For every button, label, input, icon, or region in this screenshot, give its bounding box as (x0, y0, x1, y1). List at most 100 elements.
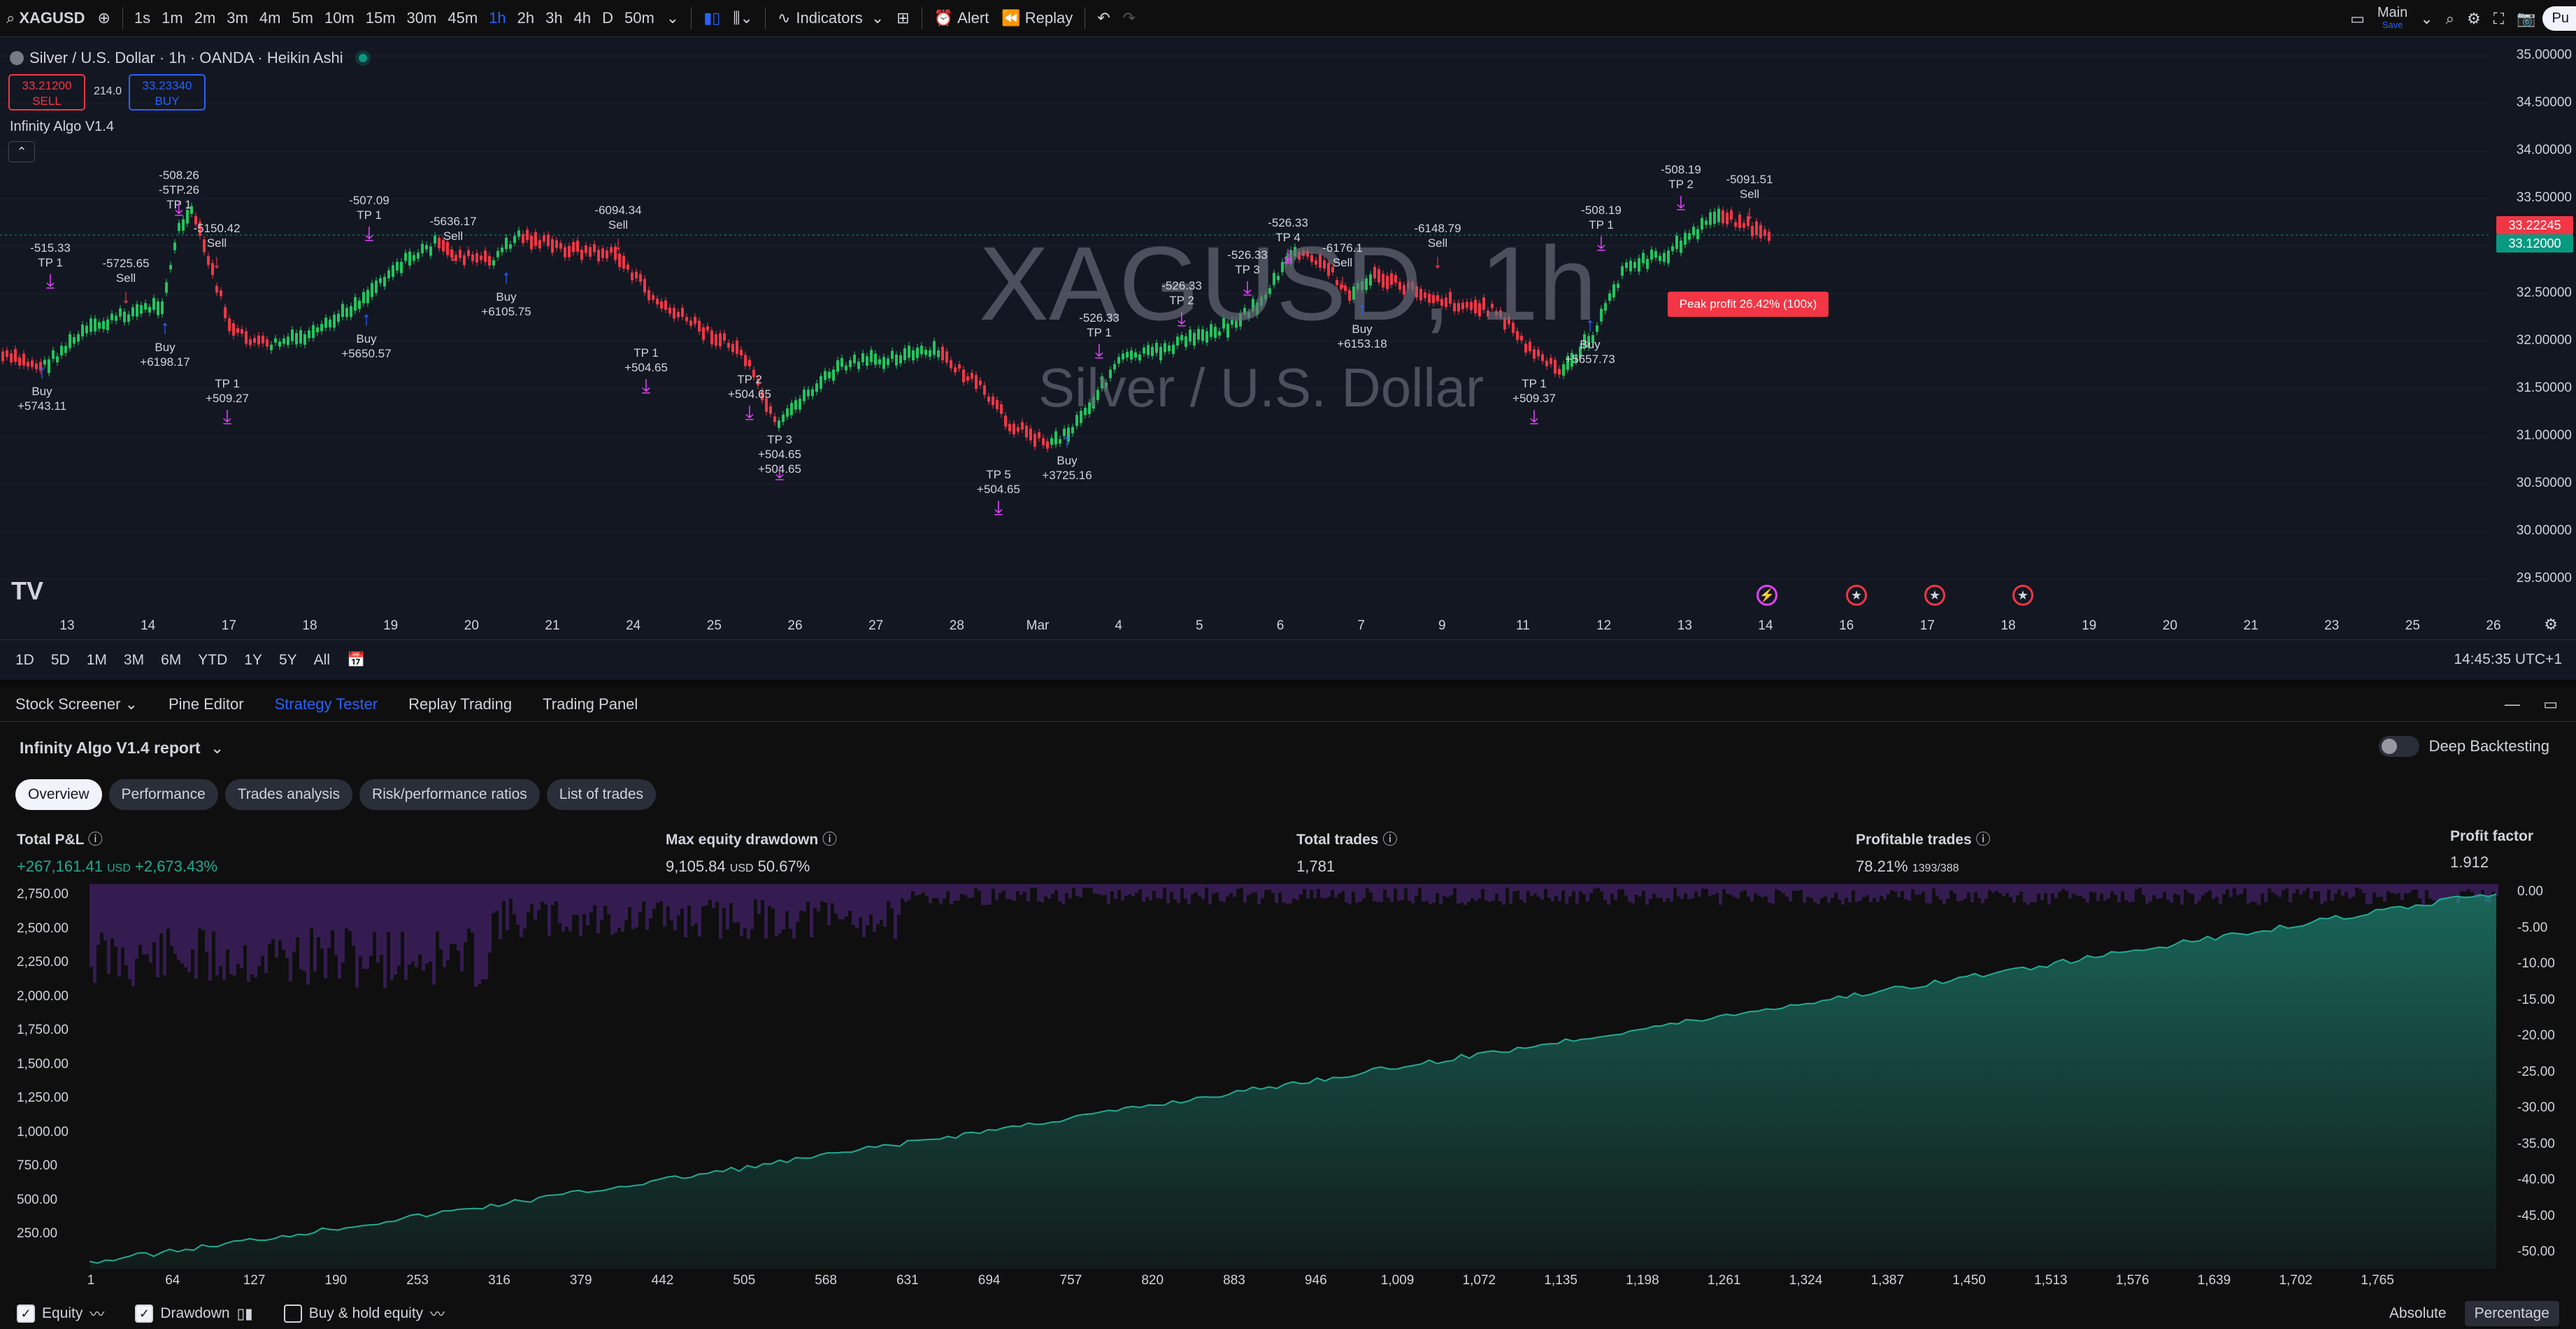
subtab-performance[interactable]: Performance (108, 779, 218, 810)
drawdown-bar (310, 884, 313, 929)
interval-1s[interactable]: 1s (129, 0, 156, 37)
indicator-legend[interactable]: Infinity Algo V1.4 (10, 119, 114, 135)
redo-button[interactable]: ↷ (1117, 0, 1142, 37)
drawdown-checkbox[interactable]: ✓ Drawdown ▯▮ (135, 1305, 253, 1323)
subtab-overview[interactable]: Overview (15, 779, 102, 810)
range-5Y[interactable]: 5Y (271, 652, 306, 669)
range-All[interactable]: All (306, 652, 338, 669)
drawdown-bar (1778, 884, 1782, 891)
undo-button[interactable]: ↶ (1091, 0, 1116, 37)
compare-button[interactable]: ⊕ (91, 0, 116, 37)
chart-pane[interactable]: XAGUSD, 1h Silver / U.S. Dollar Silver /… (0, 38, 2576, 639)
interval-4h[interactable]: 4h (568, 0, 596, 37)
range-1D[interactable]: 1D (7, 652, 43, 669)
price-axis[interactable]: 35.0000034.5000034.0000033.5000033.00000… (2489, 38, 2576, 639)
interval-3m[interactable]: 3m (221, 0, 254, 37)
layout-select-button[interactable]: ▭ (2344, 0, 2371, 37)
drawdown-bar (1250, 884, 1254, 893)
tab-trading-panel[interactable]: Trading Panel (527, 695, 653, 713)
interval-D[interactable]: D (596, 0, 619, 37)
range-1Y[interactable]: 1Y (236, 652, 271, 669)
interval-3h[interactable]: 3h (540, 0, 568, 37)
drawdown-bar (2058, 884, 2061, 893)
range-1M[interactable]: 1M (78, 652, 115, 669)
buy-hold-checkbox[interactable]: Buy & hold equity 〰 (283, 1303, 445, 1324)
alert-button[interactable]: ⏰ Alert (928, 0, 996, 37)
subtab-risk-performance-ratios[interactable]: Risk/performance ratios (359, 779, 540, 810)
drawdown-bar (481, 884, 485, 979)
chart-type-button[interactable]: ⫼ ⌄ (727, 0, 759, 37)
layout-name-button[interactable]: Main Save (2371, 0, 2414, 37)
clock-time[interactable]: 14:45:35 UTC+1 (2454, 651, 2562, 668)
axis-settings-button[interactable]: ⚙ (2544, 616, 2558, 634)
info-icon[interactable]: ⓘ (822, 832, 837, 848)
sell-button[interactable]: 33.21200 SELL (8, 74, 85, 111)
tab-replay-trading[interactable]: Replay Trading (393, 695, 527, 713)
equity-chart[interactable] (0, 884, 2576, 1283)
us-flag-event-icon[interactable]: ★ (1924, 585, 1945, 606)
deep-backtesting-toggle[interactable]: Deep Backtesting (2378, 736, 2549, 757)
lightning-event-icon[interactable]: ⚡ (1756, 585, 1777, 606)
toggle-switch[interactable] (2378, 736, 2419, 757)
publish-button[interactable]: Pu (2542, 0, 2576, 37)
drawdown-bar (596, 884, 600, 934)
equity-y-label: 2,250.00 (17, 955, 69, 969)
subtab-trades-analysis[interactable]: Trades analysis (224, 779, 353, 810)
us-flag-event-icon[interactable]: ★ (2012, 585, 2033, 606)
interval-5m[interactable]: 5m (286, 0, 319, 37)
drawdown-bar (719, 884, 722, 939)
metric-profit-factor: Profit factor 1.912 (2450, 828, 2533, 872)
absolute-button[interactable]: Absolute (2380, 1301, 2456, 1326)
drawdown-bar (642, 884, 645, 902)
fullscreen-button[interactable]: ⛶ (2487, 0, 2510, 37)
interval-2h[interactable]: 2h (512, 0, 540, 37)
layout-dropdown[interactable]: ⌄ (2414, 0, 2439, 37)
tab-stock-screener[interactable]: Stock Screener ⌄ (0, 695, 153, 713)
info-icon[interactable]: ⓘ (1976, 832, 1991, 848)
us-flag-event-icon[interactable]: ★ (1846, 585, 1867, 606)
bar-style-button[interactable]: ▮▯ (697, 0, 727, 37)
interval-4m[interactable]: 4m (254, 0, 287, 37)
tradingview-logo[interactable]: TV (11, 576, 43, 606)
drawdown-bar (215, 884, 219, 976)
drawdown-bar (967, 884, 971, 898)
subtab-list-of-trades[interactable]: List of trades (546, 779, 657, 810)
interval-45m[interactable]: 45m (442, 0, 483, 37)
interval-30m[interactable]: 30m (401, 0, 443, 37)
templates-button[interactable]: ⊞ (890, 0, 915, 37)
range-YTD[interactable]: YTD (189, 652, 236, 669)
drawdown-bar (2005, 884, 2009, 893)
equity-y-label: 2,500.00 (17, 921, 69, 936)
interval-10m[interactable]: 10m (319, 0, 360, 37)
equity-x-label: 568 (815, 1273, 837, 1288)
range-6M[interactable]: 6M (152, 652, 189, 669)
report-title-button[interactable]: Infinity Algo V1.4 report ⌄ (20, 739, 224, 758)
goto-date-button[interactable]: 📅 (338, 652, 373, 669)
minimize-panel-button[interactable]: — (2505, 695, 2520, 713)
maximize-panel-button[interactable]: ▭ (2543, 695, 2558, 713)
range-3M[interactable]: 3M (115, 652, 152, 669)
quick-search-button[interactable]: ⌕ (2440, 0, 2461, 37)
percentage-button[interactable]: Percentage (2464, 1301, 2559, 1326)
indicators-button[interactable]: ∿ Indicators ⌄ (771, 0, 890, 37)
symbol-search[interactable]: ⌕ XAGUSD (0, 0, 91, 37)
settings-button[interactable]: ⚙ (2461, 0, 2487, 37)
equity-checkbox[interactable]: ✓ Equity 〰 (17, 1303, 104, 1324)
interval-2m[interactable]: 2m (189, 0, 222, 37)
interval-1m[interactable]: 1m (156, 0, 189, 37)
snapshot-button[interactable]: 📷 (2510, 0, 2542, 37)
range-5D[interactable]: 5D (43, 652, 78, 669)
interval-50m[interactable]: 50m (619, 0, 660, 37)
panel-divider[interactable] (0, 680, 2576, 687)
chart-legend[interactable]: Silver / U.S. Dollar · 1h · OANDA · Heik… (10, 49, 367, 67)
replay-button[interactable]: ⏪ Replay (995, 0, 1079, 37)
info-icon[interactable]: ⓘ (1382, 832, 1397, 848)
info-icon[interactable]: ⓘ (88, 832, 103, 848)
interval-15m[interactable]: 15m (360, 0, 401, 37)
buy-button[interactable]: 33.23340 BUY (129, 74, 206, 111)
interval-1h[interactable]: 1h (483, 0, 511, 37)
tab-pine-editor[interactable]: Pine Editor (153, 695, 259, 713)
collapse-legend-button[interactable]: ⌃ (8, 141, 35, 162)
interval-dropdown[interactable]: ⌄ (660, 0, 685, 37)
tab-strategy-tester[interactable]: Strategy Tester (259, 695, 394, 713)
